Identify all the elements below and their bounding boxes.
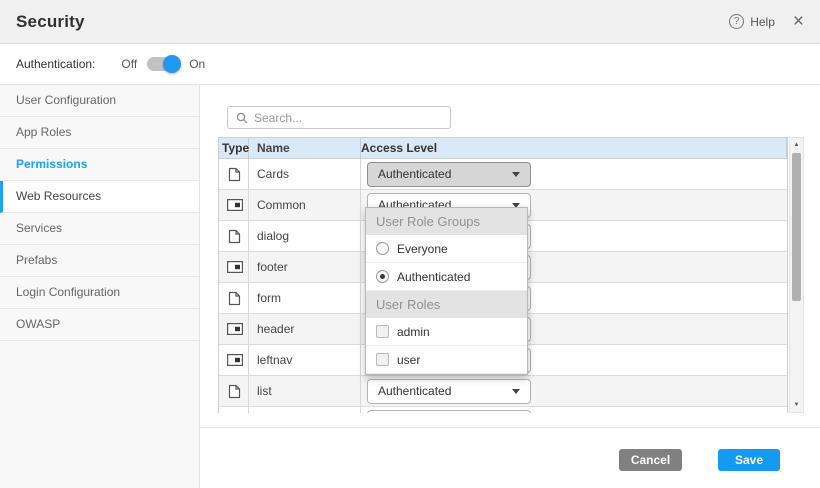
table-header-row: TypeNameAccess Level (219, 138, 787, 159)
type-cell (219, 283, 249, 313)
authentication-bar: Authentication: Off On (0, 44, 820, 85)
page-icon (228, 384, 241, 399)
dropdown-option-authenticated[interactable]: Authenticated (366, 263, 527, 291)
main-panel: TypeNameAccess LevelCards Authenticated Co… (200, 85, 820, 488)
table-row: list Authenticated (219, 376, 787, 407)
name-cell: header (249, 314, 361, 344)
name-cell: Common (249, 190, 361, 220)
dropdown-option-everyone[interactable]: Everyone (366, 235, 527, 263)
table-scrollbar[interactable]: ▲ ▼ (789, 137, 804, 413)
radio-icon[interactable] (376, 270, 389, 283)
access-level-value: Authenticated (378, 167, 451, 181)
name-cell: Cards (249, 159, 361, 189)
search-box (227, 106, 451, 129)
security-dialog: Security ? Help × Authentication: Off On… (0, 0, 820, 488)
authentication-label: Authentication: (16, 57, 95, 71)
type-cell (219, 252, 249, 282)
type-cell (219, 159, 249, 189)
dropdown-group-header: User Roles (366, 291, 527, 318)
access-cell: Authenticated (361, 159, 787, 189)
partial-icon (227, 354, 243, 366)
access-level-select[interactable] (367, 410, 531, 414)
type-cell (219, 407, 249, 413)
chevron-down-icon (512, 172, 520, 177)
partial-icon (227, 261, 243, 273)
type-cell (219, 376, 249, 406)
checkbox-icon[interactable] (376, 325, 389, 338)
option-label: Authenticated (397, 270, 470, 284)
toggle-off-label: Off (121, 57, 137, 71)
table-row: Cards Authenticated (219, 159, 787, 190)
name-cell: footer (249, 252, 361, 282)
type-cell (219, 314, 249, 344)
option-label: user (397, 353, 420, 367)
dropdown-group-header: User Role Groups (366, 208, 527, 235)
sidebar-item-owasp[interactable]: OWASP (0, 309, 199, 341)
toggle-on-label: On (189, 57, 205, 71)
sidebar-item-permissions[interactable]: Permissions (0, 149, 199, 181)
save-button[interactable]: Save (718, 449, 780, 471)
help-label: Help (750, 15, 775, 29)
page-title: Security (16, 12, 85, 32)
scrollbar-thumb[interactable] (792, 153, 801, 301)
name-cell: list (249, 376, 361, 406)
name-cell (249, 407, 361, 413)
partial-icon (227, 199, 243, 211)
dialog-header: Security ? Help × (0, 0, 820, 44)
sidebar-item-web-resources[interactable]: Web Resources (0, 181, 199, 213)
sidebar-item-login-configuration[interactable]: Login Configuration (0, 277, 199, 309)
footer-divider (200, 427, 820, 428)
help-button[interactable]: ? Help (729, 14, 775, 29)
name-cell: form (249, 283, 361, 313)
page-icon (228, 167, 241, 182)
sidebar-item-user-configuration[interactable]: User Configuration (0, 85, 199, 117)
name-cell: leftnav (249, 345, 361, 375)
column-header-access-level: Access Level (361, 138, 787, 158)
search-icon (236, 112, 248, 124)
sidebar-item-services[interactable]: Services (0, 213, 199, 245)
table-row (219, 407, 787, 413)
chevron-down-icon (512, 389, 520, 394)
sidebar-item-app-roles[interactable]: App Roles (0, 117, 199, 149)
partial-icon (227, 323, 243, 335)
dropdown-option-admin[interactable]: admin (366, 318, 527, 346)
close-icon[interactable]: × (793, 12, 804, 31)
option-label: admin (397, 325, 430, 339)
authentication-toggle[interactable] (147, 57, 179, 71)
access-level-dropdown-panel: User Role Groups Everyone Authenticated Use… (365, 207, 528, 375)
help-icon: ? (729, 14, 744, 29)
page-icon (228, 291, 241, 306)
resources-table: TypeNameAccess LevelCards Authenticated Co… (218, 137, 804, 413)
toggle-knob (163, 55, 181, 73)
access-cell: Authenticated (361, 376, 787, 406)
search-input[interactable] (254, 111, 442, 125)
access-level-value: Authenticated (378, 384, 451, 398)
header-actions: ? Help × (729, 12, 804, 31)
checkbox-icon[interactable] (376, 353, 389, 366)
cancel-button[interactable]: Cancel (619, 449, 682, 471)
column-header-name: Name (249, 138, 361, 158)
sidebar-item-prefabs[interactable]: Prefabs (0, 245, 199, 277)
access-level-select[interactable]: Authenticated (367, 162, 531, 187)
type-cell (219, 190, 249, 220)
sidebar: User ConfigurationApp RolesPermissionsWe… (0, 85, 200, 488)
type-cell (219, 221, 249, 251)
scroll-up-icon[interactable]: ▲ (790, 139, 803, 151)
scroll-down-icon[interactable]: ▼ (790, 399, 803, 411)
page-icon (228, 229, 241, 244)
access-cell (361, 407, 787, 413)
option-label: Everyone (397, 242, 448, 256)
type-cell (219, 345, 249, 375)
access-level-select[interactable]: Authenticated (367, 379, 531, 404)
dropdown-option-user[interactable]: user (366, 346, 527, 374)
radio-icon[interactable] (376, 242, 389, 255)
column-header-type: Type (219, 138, 249, 158)
name-cell: dialog (249, 221, 361, 251)
